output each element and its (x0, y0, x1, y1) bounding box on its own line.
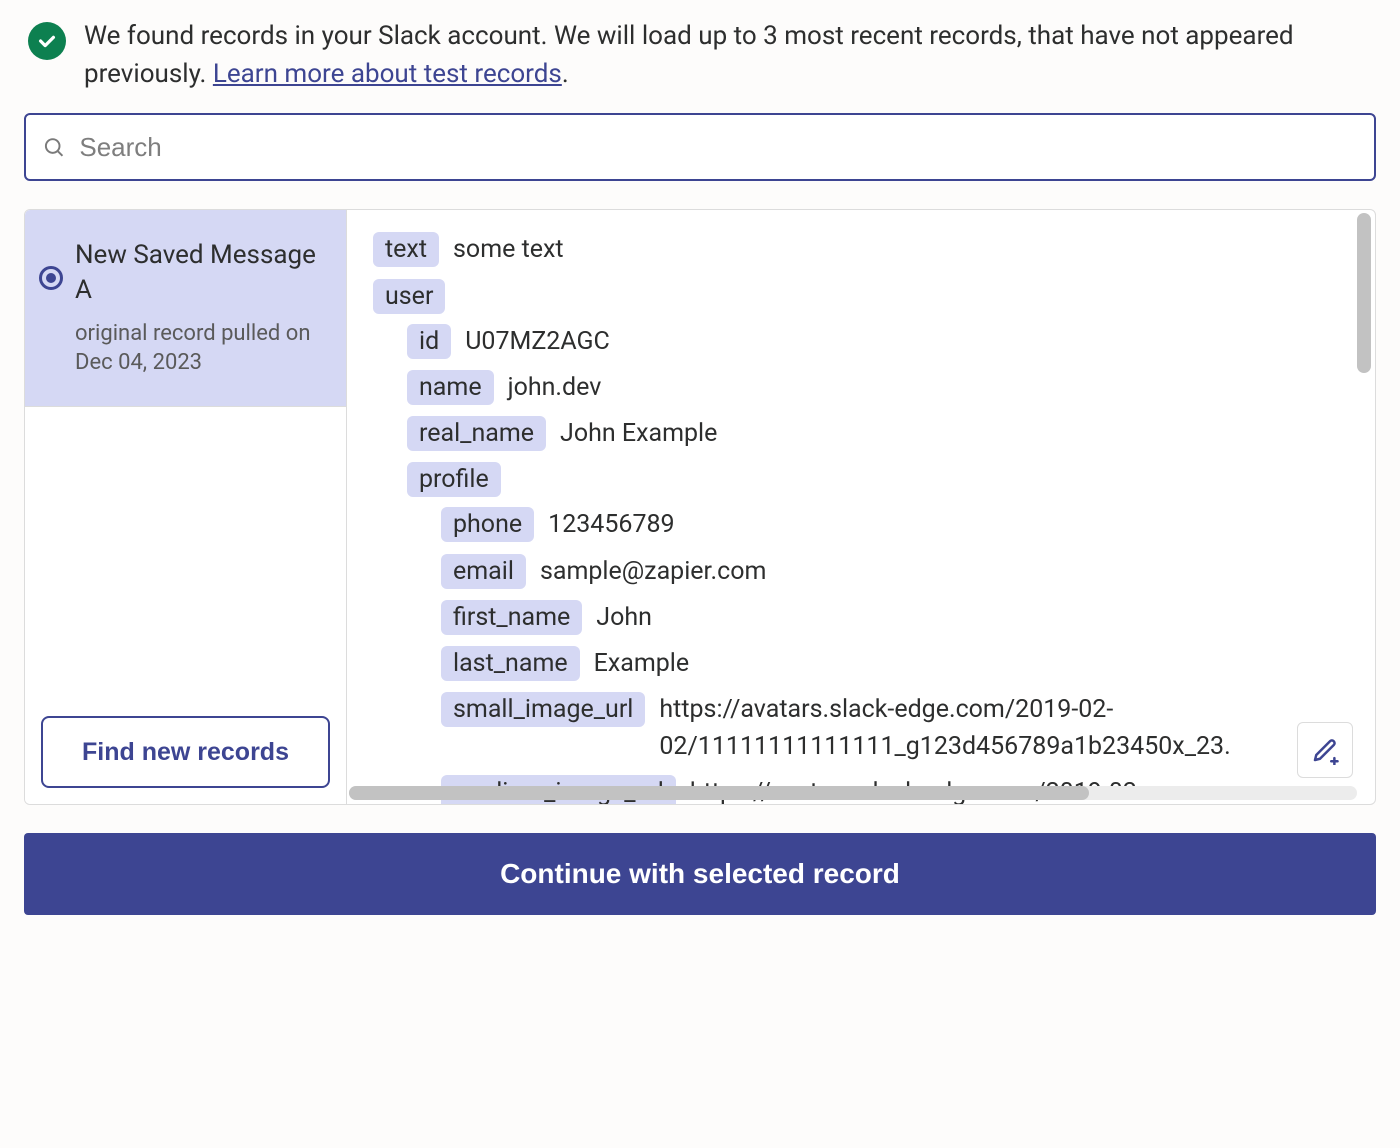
vertical-scrollbar[interactable] (1357, 213, 1371, 780)
success-check-icon (28, 22, 66, 60)
record-detail: text some text user id U07MZ2AGC name john.… (347, 210, 1375, 804)
info-alert: We found records in your Slack account. … (24, 18, 1376, 113)
field-key-text: text (373, 232, 439, 267)
field-val-real-name: John Example (560, 416, 717, 452)
field-key-phone: phone (441, 507, 534, 542)
alert-text-post: . (562, 59, 569, 89)
search-icon (42, 135, 65, 159)
field-val-last-name: Example (594, 646, 690, 682)
edit-icon (1310, 735, 1340, 765)
field-key-real-name: real_name (407, 416, 546, 451)
field-val-name: john.dev (508, 370, 602, 406)
field-key-id: id (407, 324, 451, 359)
record-subtitle: original record pulled on Dec 04, 2023 (75, 319, 328, 378)
radio-selected-icon[interactable] (39, 266, 63, 290)
record-title: New Saved Message A (75, 238, 328, 308)
search-input[interactable] (77, 131, 1358, 164)
find-new-records-button[interactable]: Find new records (41, 716, 330, 788)
field-val-small-image: https://avatars.slack-edge.com/2019-02-0… (659, 692, 1375, 765)
continue-button[interactable]: Continue with selected record (24, 833, 1376, 915)
records-sidebar: New Saved Message A original record pull… (25, 210, 347, 804)
field-key-last-name: last_name (441, 646, 580, 681)
field-key-name: name (407, 370, 494, 405)
field-val-id: U07MZ2AGC (465, 324, 610, 360)
field-key-profile: profile (407, 462, 501, 497)
search-field-wrap[interactable] (24, 113, 1376, 181)
alert-text: We found records in your Slack account. … (84, 18, 1372, 93)
field-key-small-image: small_image_url (441, 692, 645, 727)
horizontal-scrollbar[interactable] (349, 786, 1357, 800)
field-key-user: user (373, 279, 445, 314)
field-val-phone: 123456789 (548, 507, 674, 543)
records-panel: New Saved Message A original record pull… (24, 209, 1376, 805)
field-val-first-name: John (596, 600, 652, 636)
field-key-email: email (441, 554, 526, 589)
record-item[interactable]: New Saved Message A original record pull… (25, 210, 346, 407)
field-val-email: sample@zapier.com (540, 554, 766, 590)
learn-more-link[interactable]: Learn more about test records (213, 59, 562, 89)
field-val-text: some text (453, 232, 564, 268)
edit-button[interactable] (1297, 722, 1353, 778)
field-key-first-name: first_name (441, 600, 582, 635)
